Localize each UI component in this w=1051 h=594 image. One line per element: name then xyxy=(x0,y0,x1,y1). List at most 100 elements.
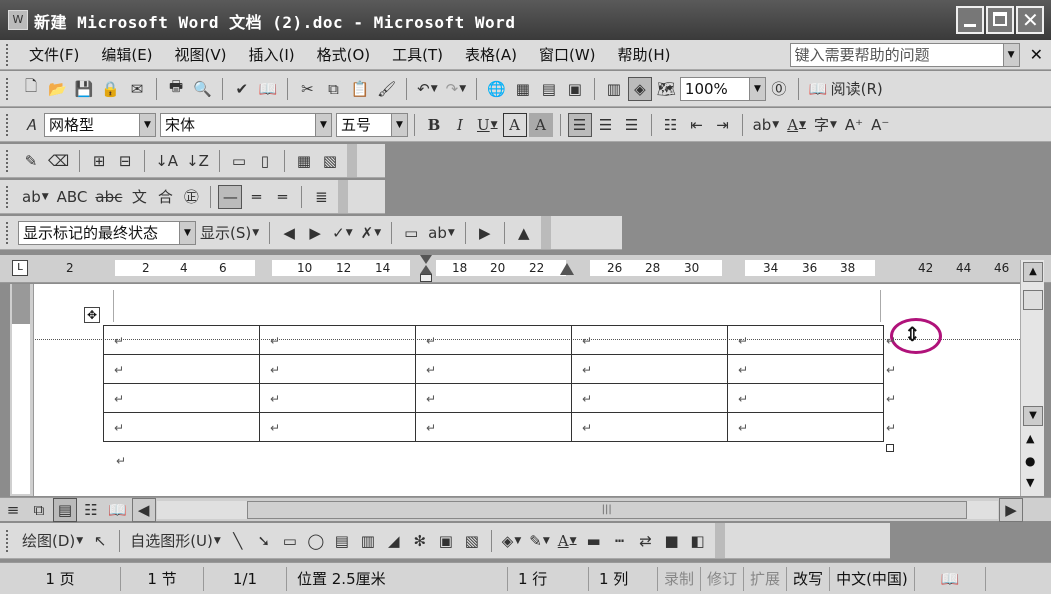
wen-icon[interactable]: 文 xyxy=(127,185,151,209)
prev-page-icon[interactable]: ▲ xyxy=(1026,432,1034,445)
doc-map-icon[interactable]: 🗺 xyxy=(654,77,679,101)
wordart-icon[interactable]: ◢ xyxy=(382,529,406,553)
table-cell[interactable]: ↵ xyxy=(727,412,884,442)
strike-icon[interactable]: abc xyxy=(92,185,125,209)
select-objects-icon[interactable]: ↖ xyxy=(88,529,112,553)
scroll-right-icon[interactable]: ▶ xyxy=(999,497,1023,522)
picture-icon[interactable]: ▧ xyxy=(460,529,484,553)
markup-state-select[interactable]: 显示标记的最终状态 ▼ xyxy=(18,220,196,245)
save-icon[interactable]: 💾 xyxy=(72,77,97,101)
close-doc-icon[interactable]: ✕ xyxy=(1030,45,1043,64)
new-comment-icon[interactable]: ▭ xyxy=(399,221,423,245)
tab-selector-icon[interactable]: L xyxy=(12,260,28,276)
increase-indent-icon[interactable]: ⇥ xyxy=(711,113,735,137)
status-ovr[interactable]: 改写 xyxy=(787,566,831,591)
char-border-button[interactable]: A xyxy=(502,112,527,137)
arrow-style-icon[interactable]: ⇄ xyxy=(634,529,658,553)
tables-grip[interactable] xyxy=(6,149,12,172)
insert-rows-icon[interactable]: ⊞ xyxy=(87,149,111,173)
browse-object-icon[interactable]: ● xyxy=(1025,454,1035,468)
insert-excel-icon[interactable]: ▣ xyxy=(563,77,587,101)
highlight-icon[interactable]: ab ▼ xyxy=(750,113,783,137)
bold-button[interactable]: B xyxy=(422,113,446,137)
styles-pane-icon[interactable]: 𝐴 xyxy=(19,113,43,137)
align-right-icon[interactable]: ☰ xyxy=(620,113,644,137)
reading-view-icon[interactable]: 📖 xyxy=(105,498,130,522)
table-cell[interactable]: ↵ xyxy=(571,383,728,413)
3d-style-icon[interactable]: ◧ xyxy=(686,529,710,553)
combine-chars-icon[interactable]: 合 xyxy=(153,185,177,209)
merge-cells-icon[interactable]: ▭ xyxy=(227,149,251,173)
table-cell[interactable]: ↵ xyxy=(415,412,572,442)
insert-table-icon[interactable]: ▤ xyxy=(537,77,561,101)
menu-item-2[interactable]: 视图(V) xyxy=(164,44,238,65)
menu-item-5[interactable]: 工具(T) xyxy=(381,44,454,65)
next-change-icon[interactable]: ▶ xyxy=(303,221,327,245)
style-select[interactable]: 网格型 ▼ xyxy=(44,112,156,137)
list-icon[interactable]: ≣ xyxy=(309,185,333,209)
align-justify-icon[interactable]: ☰ xyxy=(567,112,592,137)
split-cells-icon[interactable]: ▯ xyxy=(253,149,277,173)
email-icon[interactable]: ✉ xyxy=(125,77,149,101)
spelling-status-icon[interactable]: 📖 xyxy=(915,566,986,591)
menu-item-0[interactable]: 文件(F) xyxy=(18,44,90,65)
diagram-icon[interactable]: ✻ xyxy=(408,529,432,553)
table-cell[interactable]: ↵ xyxy=(259,354,416,384)
table-cell[interactable]: ↵ xyxy=(259,412,416,442)
font-dropdown-arrow[interactable]: ▼ xyxy=(315,113,331,136)
font-select[interactable]: 宋体 ▼ xyxy=(160,112,332,137)
decrease-indent-icon[interactable]: ⇤ xyxy=(685,113,709,137)
line-icon[interactable]: ╲ xyxy=(226,529,250,553)
accept-change-icon[interactable]: ✓ ▼ xyxy=(329,221,356,245)
line-style-icon[interactable]: ▬ xyxy=(582,529,606,553)
menu-item-6[interactable]: 表格(A) xyxy=(454,44,528,65)
menu-item-8[interactable]: 帮助(H) xyxy=(607,44,682,65)
table-cell[interactable]: ↵ xyxy=(571,354,728,384)
style-dropdown-arrow[interactable]: ▼ xyxy=(139,113,155,136)
tables-borders-icon[interactable]: ▦ xyxy=(511,77,535,101)
show-menu-button[interactable]: 显示(S) ▼ xyxy=(197,221,262,245)
line-spacing-2-icon[interactable]: ═ xyxy=(244,185,268,209)
open-icon[interactable]: 📂 xyxy=(45,77,70,101)
close-button[interactable]: ✕ xyxy=(1016,6,1044,34)
help-icon[interactable]: ⓪ xyxy=(767,77,791,101)
status-rec[interactable]: 录制 xyxy=(658,566,702,591)
table-cell[interactable]: ↵ xyxy=(727,325,884,355)
shrink-font-icon[interactable]: A⁻ xyxy=(868,113,892,137)
cut-icon[interactable]: ✂ xyxy=(295,77,319,101)
draw-table-icon[interactable]: ✎ xyxy=(19,149,43,173)
table-cell[interactable]: ↵ xyxy=(571,412,728,442)
draw-font-color-icon[interactable]: A ▼ xyxy=(555,529,580,553)
maximize-button[interactable] xyxy=(986,6,1014,34)
reject-change-icon[interactable]: ✗ ▼ xyxy=(358,221,385,245)
vertical-scrollbar[interactable]: ▲ ▼ ▲ ● ▼ xyxy=(1020,260,1044,496)
horizontal-ruler[interactable]: L 2 2 4 6 10 12 14 18 20 22 26 28 30 34 36 38 42 44 46 xyxy=(0,255,1051,283)
table-cell[interactable]: ↵ xyxy=(103,412,260,442)
standard-grip[interactable] xyxy=(6,77,12,100)
size-select[interactable]: 五号 ▼ xyxy=(336,112,408,137)
print-view-icon[interactable]: ▤ xyxy=(53,497,77,522)
scroll-thumb[interactable] xyxy=(1023,290,1043,310)
table-cell[interactable]: ↵ xyxy=(103,383,260,413)
rectangle-icon[interactable]: ▭ xyxy=(278,529,302,553)
menu-item-3[interactable]: 插入(I) xyxy=(238,44,306,65)
menu-item-7[interactable]: 窗口(W) xyxy=(528,44,607,65)
scroll-down-icon[interactable]: ▼ xyxy=(1023,406,1043,426)
autoformat-icon[interactable]: ▦ xyxy=(292,149,316,173)
outline-view-icon[interactable]: ☷ xyxy=(79,498,103,522)
table-resize-handle-icon[interactable] xyxy=(886,444,894,452)
phonetic-guide-icon[interactable]: 字 ▼ xyxy=(811,113,840,137)
columns-icon[interactable]: ▥ xyxy=(602,77,626,101)
menu-grip[interactable] xyxy=(6,43,12,66)
enclose-chars-icon[interactable]: ㊣ xyxy=(179,185,203,209)
formatting-grip[interactable] xyxy=(6,113,12,136)
reading-layout-icon[interactable]: ▲ xyxy=(512,221,536,245)
menu-item-4[interactable]: 格式(O) xyxy=(306,44,382,65)
char-shading-button[interactable]: A xyxy=(528,112,553,137)
minimize-button[interactable] xyxy=(956,6,984,34)
help-search-box[interactable]: 键入需要帮助的问题 ▼ xyxy=(789,42,1020,67)
next-page-icon[interactable]: ▼ xyxy=(1026,476,1034,489)
undo-icon[interactable]: ↶ ▼ xyxy=(414,77,441,101)
abc-icon[interactable]: ABC xyxy=(54,185,91,209)
table-cell[interactable]: ↵ xyxy=(103,354,260,384)
